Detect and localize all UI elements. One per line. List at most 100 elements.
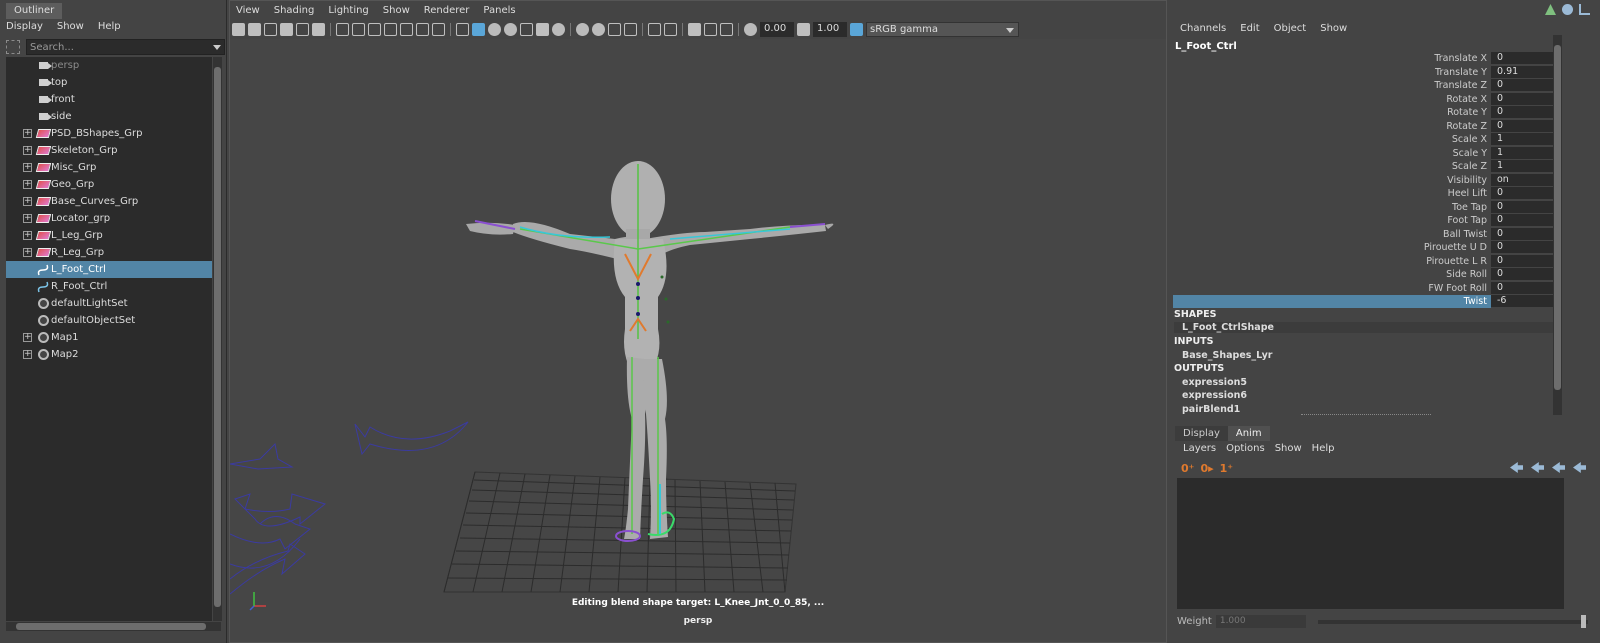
bookmark-icon[interactable] — [264, 23, 277, 36]
channel-attribute-value[interactable]: 0 — [1491, 187, 1554, 199]
channel-attribute-value[interactable]: 0 — [1491, 227, 1554, 240]
menu-panels[interactable]: Panels — [483, 5, 515, 16]
2d-pan-zoom-icon[interactable] — [296, 23, 309, 36]
channel-attribute-name[interactable]: Pirouette L R — [1173, 255, 1491, 268]
outliner-item[interactable]: top — [6, 74, 212, 91]
menu-show[interactable]: Show — [1275, 443, 1302, 454]
expand-icon[interactable]: + — [23, 333, 32, 342]
channel-attribute-name[interactable]: Rotate Y — [1173, 106, 1491, 119]
screen-space-ao-icon[interactable] — [576, 23, 589, 36]
film-gate-icon[interactable] — [352, 23, 365, 36]
channel-attribute-name[interactable]: Foot Tap — [1173, 214, 1491, 227]
xray-active-icon[interactable] — [704, 23, 717, 36]
textured-icon[interactable] — [520, 23, 533, 36]
expand-icon[interactable]: + — [23, 248, 32, 257]
channel-attribute-value[interactable]: 1 — [1491, 146, 1554, 159]
depth-of-field-icon[interactable] — [624, 23, 637, 36]
outliner-item[interactable]: front — [6, 91, 212, 108]
zero-key-layer-icon[interactable]: 0⁺ — [1181, 462, 1194, 475]
expand-icon[interactable]: + — [23, 197, 32, 206]
outliner-horizontal-scrollbar[interactable] — [6, 622, 221, 631]
outliner-item[interactable]: defaultLightSet — [6, 295, 212, 312]
scrollbar-thumb[interactable] — [16, 623, 206, 630]
shape-node[interactable]: L_Foot_CtrlShape — [1174, 322, 1556, 333]
channel-attribute-name[interactable]: Scale Y — [1173, 147, 1491, 160]
outliner-item[interactable]: + Skeleton_Grp — [6, 142, 212, 159]
channel-box-scrollbar[interactable] — [1553, 35, 1562, 415]
channel-attribute-name[interactable]: Scale Z — [1173, 160, 1491, 173]
modeling-toolkit-icon[interactable] — [1545, 4, 1556, 15]
menu-channels[interactable]: Channels — [1180, 23, 1226, 34]
grid-icon[interactable] — [336, 23, 349, 36]
input-node[interactable]: Base_Shapes_Lyr — [1182, 350, 1272, 361]
tab-display[interactable]: Display — [1175, 426, 1228, 441]
outliner-item[interactable]: + Misc_Grp — [6, 159, 212, 176]
channel-attribute-value[interactable]: 0 — [1491, 52, 1554, 64]
channel-attribute-value[interactable]: 0 — [1491, 254, 1554, 267]
tab-anim[interactable]: Anim — [1227, 426, 1270, 441]
menu-show[interactable]: Show — [383, 5, 410, 16]
expand-icon[interactable]: + — [23, 180, 32, 189]
menu-edit[interactable]: Edit — [1240, 23, 1259, 34]
expand-icon[interactable]: + — [23, 214, 32, 223]
output-node[interactable]: expression5 — [1182, 377, 1247, 388]
exposure-icon[interactable] — [744, 23, 757, 36]
channel-attribute-row[interactable]: Pirouette L R0 — [1173, 254, 1554, 268]
menu-display[interactable]: Display — [4, 19, 45, 35]
slider-handle[interactable] — [1580, 614, 1586, 628]
outliner-item[interactable]: + PSD_BShapes_Grp — [6, 125, 212, 142]
xray-icon[interactable] — [664, 23, 677, 36]
outliner-item[interactable]: + Base_Curves_Grp — [6, 193, 212, 210]
menu-options[interactable]: Options — [1226, 443, 1265, 454]
shadows-icon[interactable] — [552, 23, 565, 36]
exposure-field[interactable]: 0.00 — [760, 22, 794, 37]
wireframe-on-shaded-icon[interactable] — [504, 23, 517, 36]
channel-attribute-row[interactable]: Translate X0 — [1173, 52, 1554, 65]
channel-attribute-row[interactable]: Scale Y1 — [1173, 146, 1554, 160]
expand-icon[interactable]: + — [23, 231, 32, 240]
channel-attribute-value[interactable]: 0.91 — [1491, 65, 1554, 78]
channel-box-icon[interactable] — [1579, 4, 1590, 15]
channel-attribute-name[interactable]: Translate Y — [1173, 66, 1491, 79]
outliner-item[interactable]: + R_Leg_Grp — [6, 244, 212, 261]
color-management-icon[interactable] — [850, 23, 863, 36]
menu-object[interactable]: Object — [1274, 23, 1307, 34]
search-input[interactable]: Search... — [26, 39, 225, 55]
menu-shading[interactable]: Shading — [274, 5, 315, 16]
image-plane-icon[interactable] — [280, 23, 293, 36]
channel-attribute-name[interactable]: Visibility — [1173, 174, 1491, 187]
selected-object-name[interactable]: L_Foot_Ctrl — [1175, 41, 1237, 52]
xray-joints-icon[interactable] — [688, 23, 701, 36]
default-material-icon[interactable] — [488, 23, 501, 36]
filter-icon[interactable] — [6, 40, 20, 54]
channel-attribute-row[interactable]: Heel Lift 0 — [1173, 187, 1554, 200]
camera-select-icon[interactable] — [232, 23, 245, 36]
channel-attribute-name[interactable]: FW Foot Roll — [1173, 282, 1491, 295]
backface-culling-icon[interactable] — [720, 23, 733, 36]
channel-attribute-row[interactable]: Side Roll 0 — [1173, 268, 1554, 281]
channel-attribute-value[interactable]: 1 — [1491, 133, 1554, 145]
channel-attribute-value[interactable]: 0 — [1491, 241, 1554, 253]
expand-icon[interactable]: + — [23, 350, 32, 359]
expand-icon[interactable]: + — [23, 163, 32, 172]
channel-attribute-value[interactable]: 0 — [1491, 268, 1554, 280]
move-layer-down-icon[interactable] — [1531, 462, 1544, 473]
one-key-weight-icon[interactable]: 1⁺ — [1220, 462, 1233, 475]
channel-attribute-row[interactable]: FW Foot Roll 0 — [1173, 281, 1554, 295]
channel-attribute-row[interactable]: Rotate Y0 — [1173, 106, 1554, 119]
expand-icon[interactable]: + — [23, 129, 32, 138]
new-empty-layer-icon[interactable] — [1552, 462, 1565, 473]
resolution-gate-icon[interactable] — [368, 23, 381, 36]
channel-attribute-value[interactable]: 0 — [1491, 119, 1554, 132]
output-node[interactable]: expression6 — [1182, 390, 1247, 401]
field-chart-icon[interactable] — [400, 23, 413, 36]
safe-title-icon[interactable] — [432, 23, 445, 36]
safe-action-icon[interactable] — [416, 23, 429, 36]
channel-attribute-value[interactable]: 0 — [1491, 214, 1554, 226]
channel-attribute-row[interactable]: Rotate X0 — [1173, 92, 1554, 106]
use-all-lights-icon[interactable] — [536, 23, 549, 36]
menu-help[interactable]: Help — [1312, 443, 1335, 454]
channel-attribute-value[interactable]: 0 — [1491, 200, 1554, 213]
channel-attribute-name[interactable]: Ball Twist — [1173, 228, 1491, 241]
channel-attribute-row[interactable]: Scale X1 — [1173, 133, 1554, 146]
